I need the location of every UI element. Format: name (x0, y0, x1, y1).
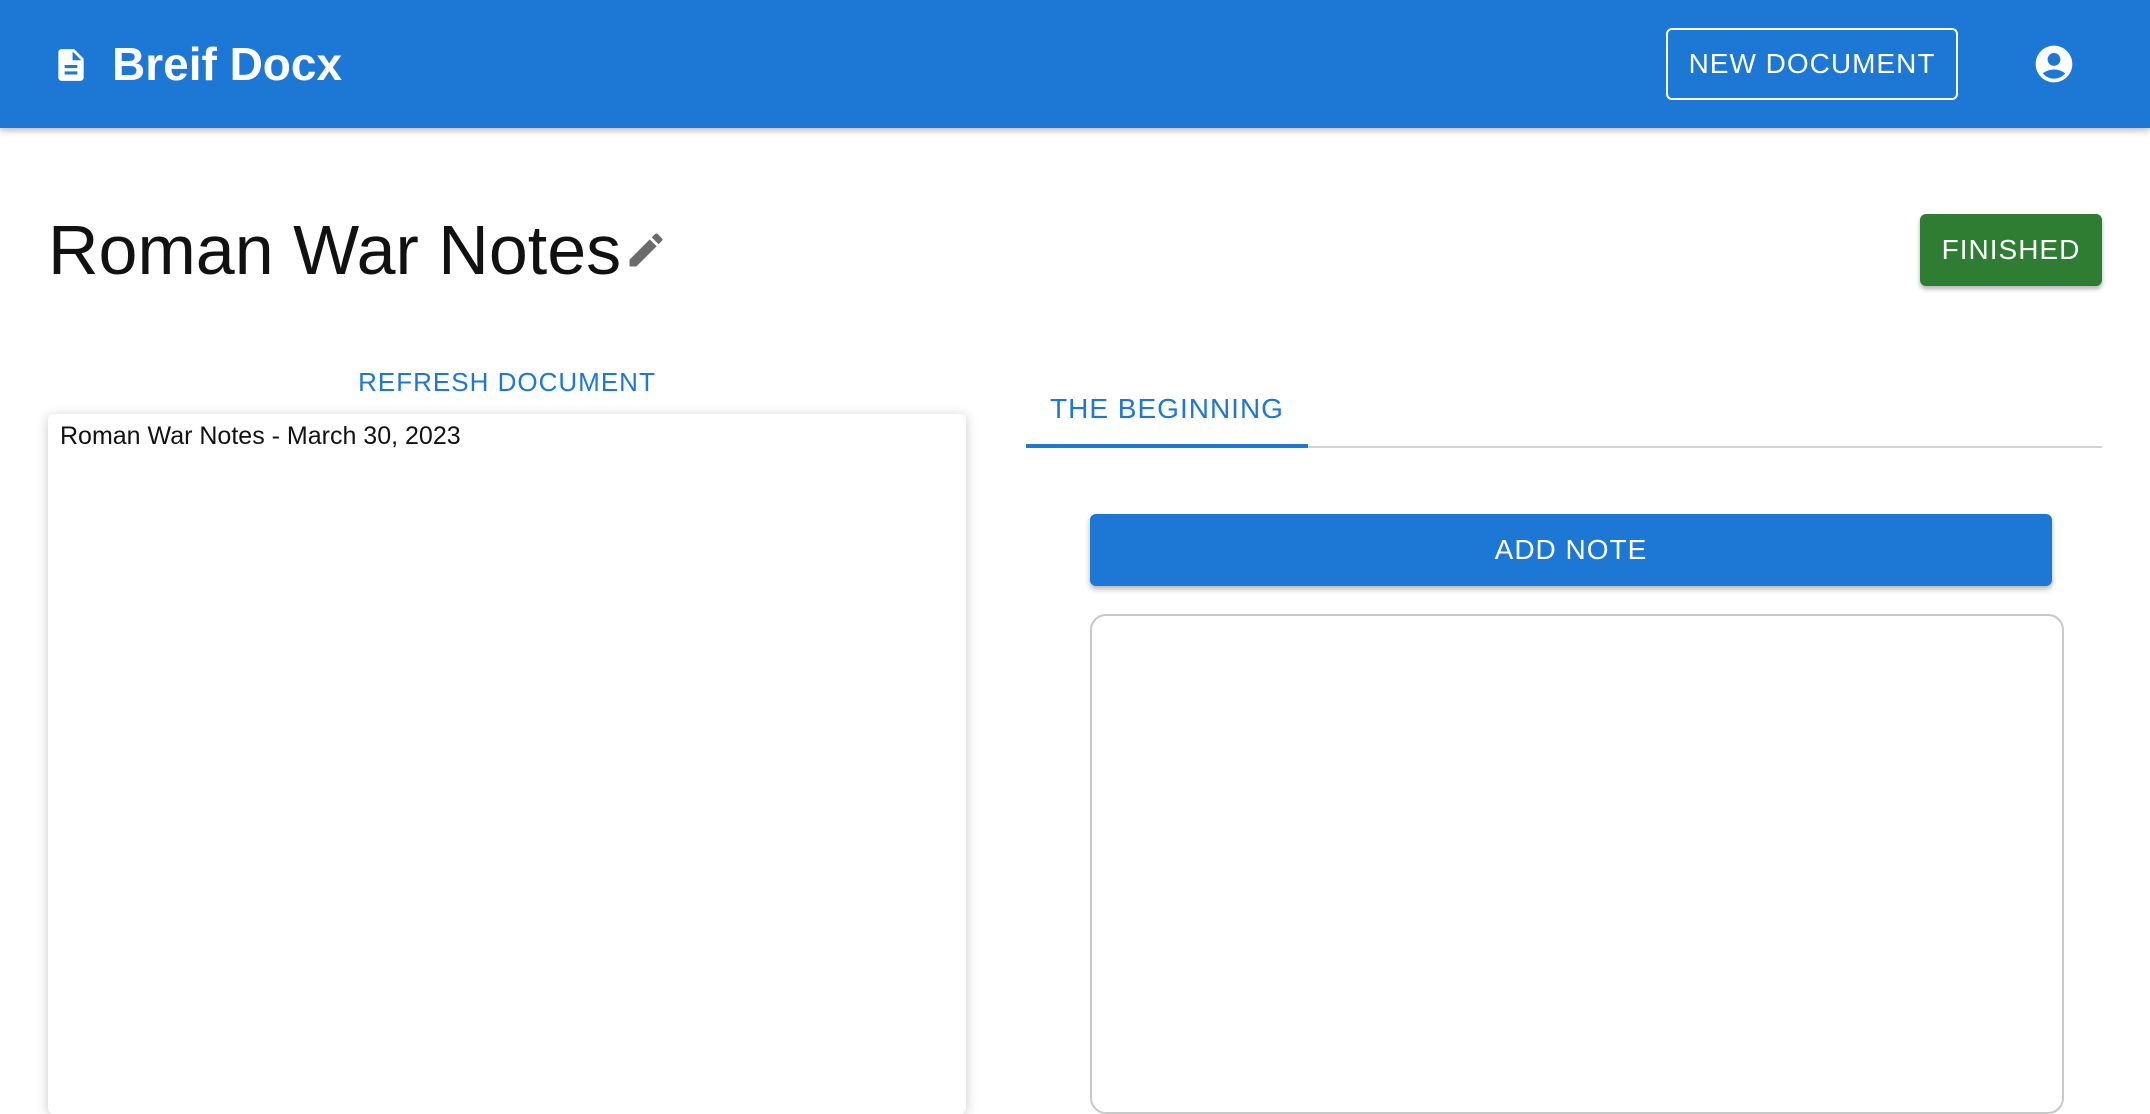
pencil-icon[interactable] (624, 228, 668, 272)
new-document-button[interactable]: NEW DOCUMENT (1666, 28, 1958, 100)
document-text: Roman War Notes - March 30, 2023 (60, 422, 461, 450)
page-title: Roman War Notes (48, 211, 622, 289)
tab-indicator (1026, 444, 1308, 448)
notes-tabs: THE BEGINNING (1026, 370, 2102, 448)
tab-the-beginning[interactable]: THE BEGINNING (1026, 370, 1308, 448)
finished-button[interactable]: FINISHED (1920, 214, 2102, 286)
note-text-area[interactable] (1090, 614, 2064, 1114)
document-preview: Roman War Notes - March 30, 2023 (48, 414, 966, 1114)
app-title: Breif Docx (112, 38, 343, 90)
account-circle-icon[interactable] (2032, 42, 2076, 86)
document-icon (58, 49, 84, 81)
refresh-document-button[interactable]: REFRESH DOCUMENT (48, 360, 966, 404)
app-bar: Breif Docx NEW DOCUMENT (0, 0, 2150, 128)
add-note-button[interactable]: ADD NOTE (1090, 514, 2052, 586)
